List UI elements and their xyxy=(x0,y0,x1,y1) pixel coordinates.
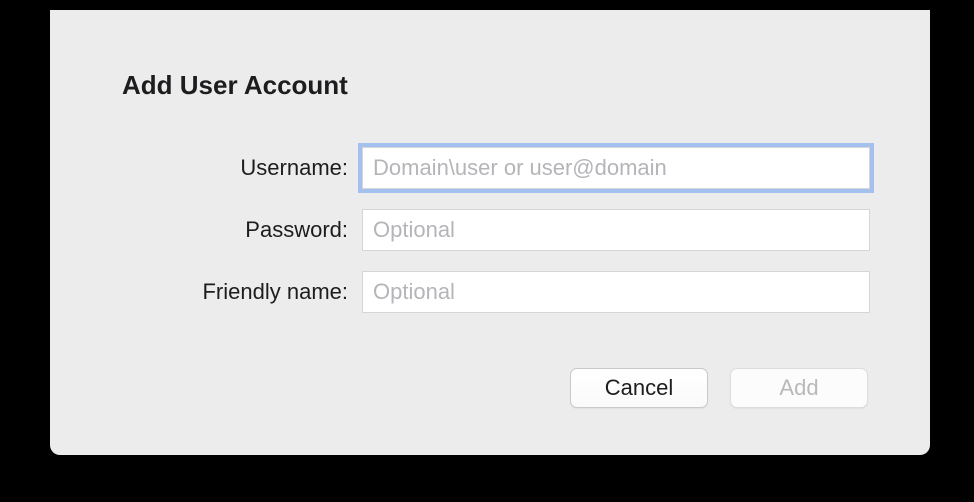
password-label: Password: xyxy=(110,217,362,243)
friendly-name-label: Friendly name: xyxy=(110,279,362,305)
username-input[interactable] xyxy=(362,147,870,189)
username-row: Username: xyxy=(110,147,870,189)
friendly-name-input[interactable] xyxy=(362,271,870,313)
password-row: Password: xyxy=(110,209,870,251)
dialog-button-row: Cancel Add xyxy=(110,368,870,408)
dialog-title: Add User Account xyxy=(122,70,870,101)
username-label: Username: xyxy=(110,155,362,181)
add-user-account-dialog: Add User Account Username: Password: Fri… xyxy=(50,10,930,455)
add-button[interactable]: Add xyxy=(730,368,868,408)
password-input[interactable] xyxy=(362,209,870,251)
friendly-name-row: Friendly name: xyxy=(110,271,870,313)
cancel-button[interactable]: Cancel xyxy=(570,368,708,408)
